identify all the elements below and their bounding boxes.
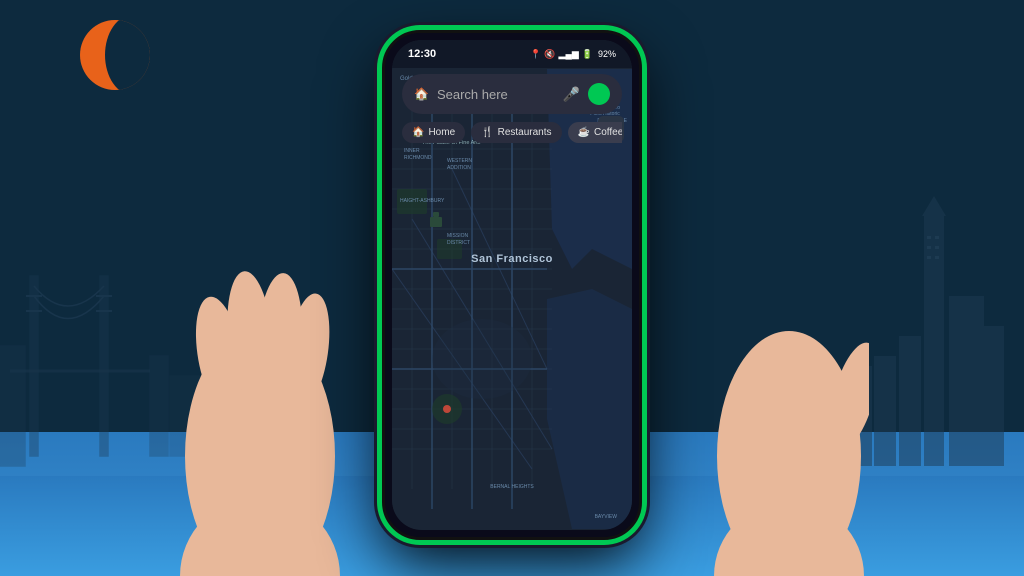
inner-richmond-label: INNERRICHMOND	[404, 148, 432, 162]
search-house-icon: 🏠	[414, 87, 429, 101]
chip-coffee[interactable]: ☕ Coffee	[568, 122, 622, 143]
status-time: 12:30	[408, 48, 436, 60]
sound-status-icon: 🔇	[544, 49, 555, 60]
chip-restaurants[interactable]: 🍴 Restaurants	[471, 122, 561, 143]
mission-district-label: MISSIONDISTRICT	[447, 233, 470, 246]
moon	[80, 20, 150, 90]
hand-right	[709, 96, 869, 576]
haight-ashbury-label: HAIGHT-ASHBURY	[400, 198, 444, 205]
bayview-label: BAYVIEW	[595, 514, 617, 520]
coffee-chip-icon: ☕	[578, 127, 590, 138]
moon-crescent	[80, 20, 150, 90]
chip-home[interactable]: 🏠 Home	[402, 122, 465, 143]
mic-icon[interactable]: 🎤	[563, 86, 580, 103]
battery-status-icon: 🔋	[582, 49, 593, 60]
bernal-heights-label: BERNAL HEIGHTS	[490, 484, 533, 490]
home-chip-icon: 🏠	[412, 127, 424, 138]
battery-percent: 92%	[598, 49, 616, 59]
phone-screen: 12:30 📍 🔇 ▂▄▆ 🔋 92%	[392, 40, 632, 530]
chip-coffee-label: Coffee	[594, 127, 622, 138]
status-bar: 12:30 📍 🔇 ▂▄▆ 🔋 92%	[392, 40, 632, 68]
profile-dot[interactable]	[588, 83, 610, 105]
restaurants-chip-icon: 🍴	[481, 127, 493, 138]
search-input[interactable]: Search here	[437, 87, 555, 102]
san-francisco-label: San Francisco	[471, 253, 553, 265]
status-icons: 📍 🔇 ▂▄▆ 🔋 92%	[530, 49, 616, 60]
signal-status-icon: ▂▄▆	[559, 49, 579, 60]
search-bar[interactable]: 🏠 Search here 🎤	[402, 74, 622, 114]
chips-row: 🏠 Home 🍴 Restaurants ☕ Coffee 🍸 B	[402, 122, 622, 143]
phone-device: 12:30 📍 🔇 ▂▄▆ 🔋 92%	[382, 30, 642, 540]
hand-left	[180, 76, 340, 576]
chip-restaurants-label: Restaurants	[498, 127, 552, 138]
location-status-icon: 📍	[530, 49, 541, 60]
chip-home-label: Home	[428, 127, 455, 138]
western-addition-label: WESTERNADDITION	[447, 158, 472, 172]
